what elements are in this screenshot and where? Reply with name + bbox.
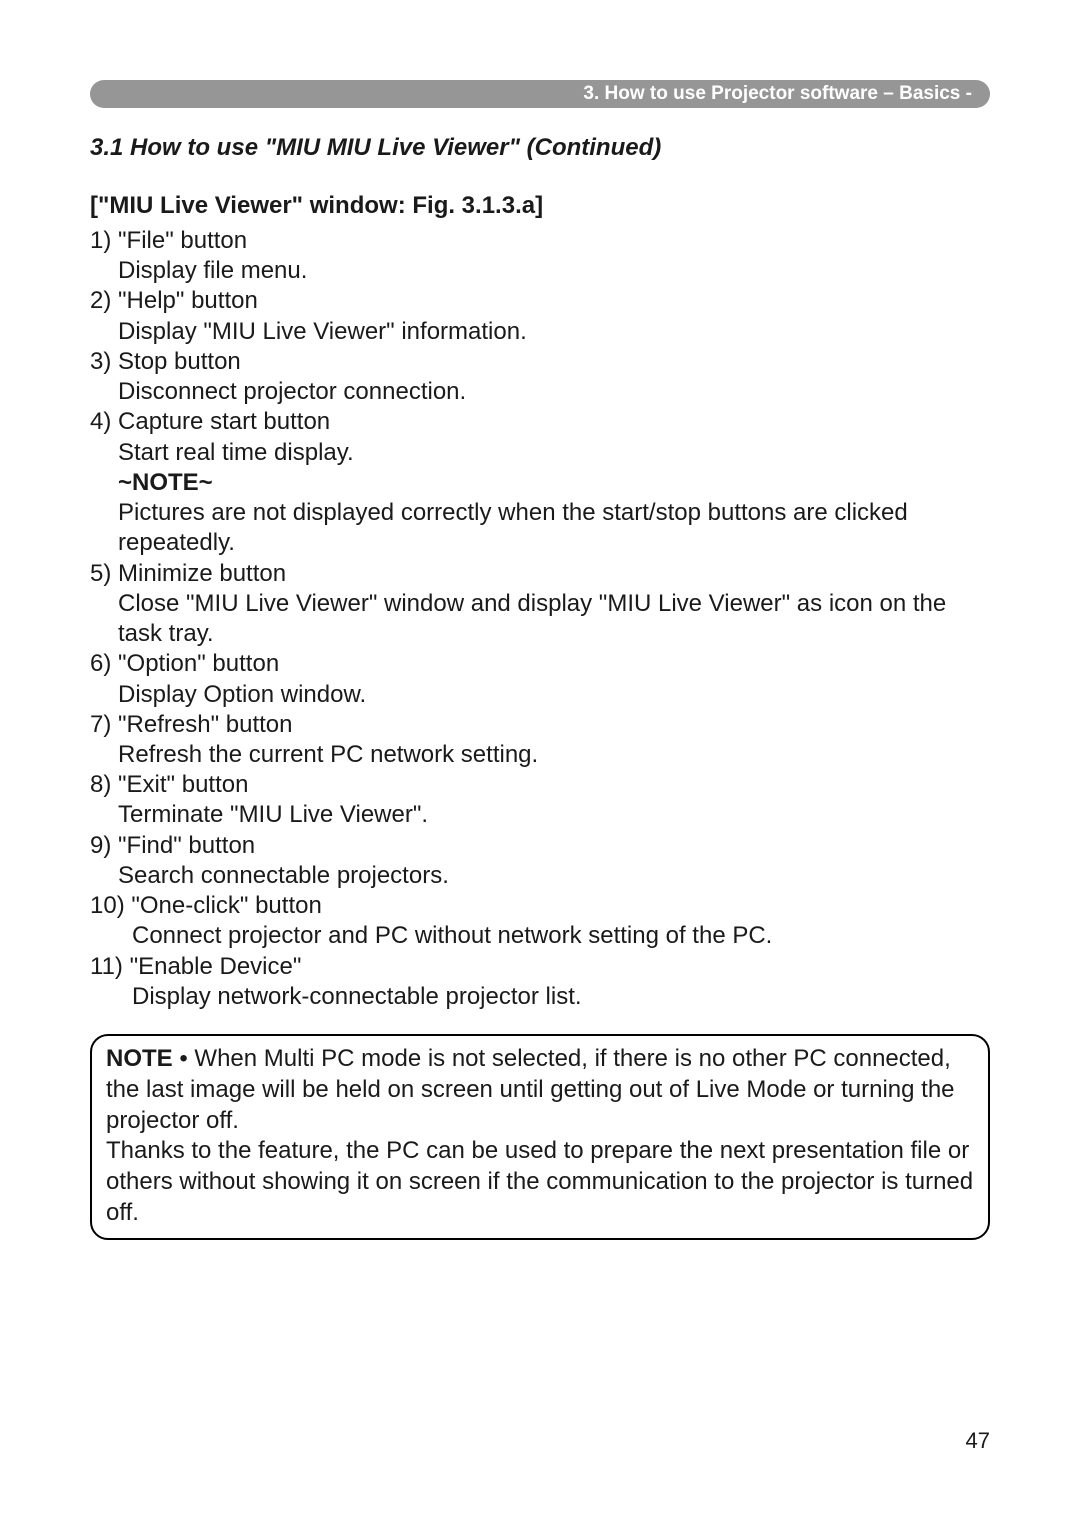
item-description: Close "MIU Live Viewer" window and displ… — [90, 589, 990, 649]
item-title: "File" button — [118, 227, 247, 254]
item-number: 11) — [90, 953, 123, 980]
list-item: 8) "Exit" button Terminate "MIU Live Vie… — [90, 770, 990, 830]
item-title: "Find" button — [118, 832, 255, 859]
item-description: Display Option window. — [90, 680, 990, 710]
item-title: "Option" button — [118, 650, 279, 677]
item-description: Display network-connectable projector li… — [90, 982, 990, 1012]
item-title: "Enable Device" — [130, 953, 302, 980]
note-box-label: NOTE — [106, 1045, 173, 1072]
page-number: 47 — [966, 1428, 990, 1454]
list-item: 5) Minimize button Close "MIU Live Viewe… — [90, 559, 990, 650]
item-number: 7) — [90, 711, 111, 738]
note-bullet: • — [173, 1045, 195, 1072]
item-number: 6) — [90, 650, 111, 677]
item-number: 4) — [90, 408, 111, 435]
item-description: Connect projector and PC without network… — [90, 921, 990, 951]
breadcrumb-bar: 3. How to use Projector software – Basic… — [90, 80, 990, 108]
item-title: Minimize button — [118, 560, 286, 587]
inline-note-label: ~NOTE~ — [90, 468, 990, 498]
list-item: 10) "One-click" button Connect projector… — [90, 891, 990, 951]
item-description: Refresh the current PC network setting. — [90, 740, 990, 770]
item-description: Display file menu. — [90, 256, 990, 286]
list-item: 7) "Refresh" button Refresh the current … — [90, 710, 990, 770]
item-title: "Refresh" button — [118, 711, 292, 738]
section-title: 3.1 How to use "MIU MIU Live Viewer" (Co… — [90, 134, 990, 162]
item-title: "Help" button — [118, 287, 258, 314]
item-title: Stop button — [118, 348, 241, 375]
list-item: 11) "Enable Device" Display network-conn… — [90, 952, 990, 1012]
item-number: 5) — [90, 560, 111, 587]
list-item: 6) "Option" button Display Option window… — [90, 649, 990, 709]
list-item: 2) "Help" button Display "MIU Live Viewe… — [90, 286, 990, 346]
note-box-text-1: When Multi PC mode is not selected, if t… — [106, 1045, 955, 1133]
item-title: "One-click" button — [131, 892, 321, 919]
breadcrumb-text: 3. How to use Projector software – Basic… — [583, 83, 972, 105]
inline-note-text: Pictures are not displayed correctly whe… — [90, 498, 990, 558]
item-number: 9) — [90, 832, 111, 859]
item-number: 10) — [90, 892, 125, 919]
item-number: 2) — [90, 287, 111, 314]
list-item: 4) Capture start button Start real time … — [90, 407, 990, 558]
list-item: 1) "File" button Display file menu. — [90, 226, 990, 286]
item-number: 8) — [90, 771, 111, 798]
note-box-text-2: Thanks to the feature, the PC can be use… — [106, 1136, 974, 1228]
list-item: 3) Stop button Disconnect projector conn… — [90, 347, 990, 407]
subheading: ["MIU Live Viewer" window: Fig. 3.1.3.a] — [90, 192, 990, 220]
item-description: Start real time display. — [90, 438, 990, 468]
item-number: 1) — [90, 227, 111, 254]
item-description: Search connectable projectors. — [90, 861, 990, 891]
item-description: Display "MIU Live Viewer" information. — [90, 317, 990, 347]
item-description: Terminate "MIU Live Viewer". — [90, 800, 990, 830]
item-title: Capture start button — [118, 408, 330, 435]
list-item: 9) "Find" button Search connectable proj… — [90, 831, 990, 891]
note-box: NOTE • When Multi PC mode is not selecte… — [90, 1034, 990, 1240]
item-description: Disconnect projector connection. — [90, 377, 990, 407]
item-number: 3) — [90, 348, 111, 375]
item-list: 1) "File" button Display file menu. 2) "… — [90, 226, 990, 1012]
item-title: "Exit" button — [118, 771, 248, 798]
